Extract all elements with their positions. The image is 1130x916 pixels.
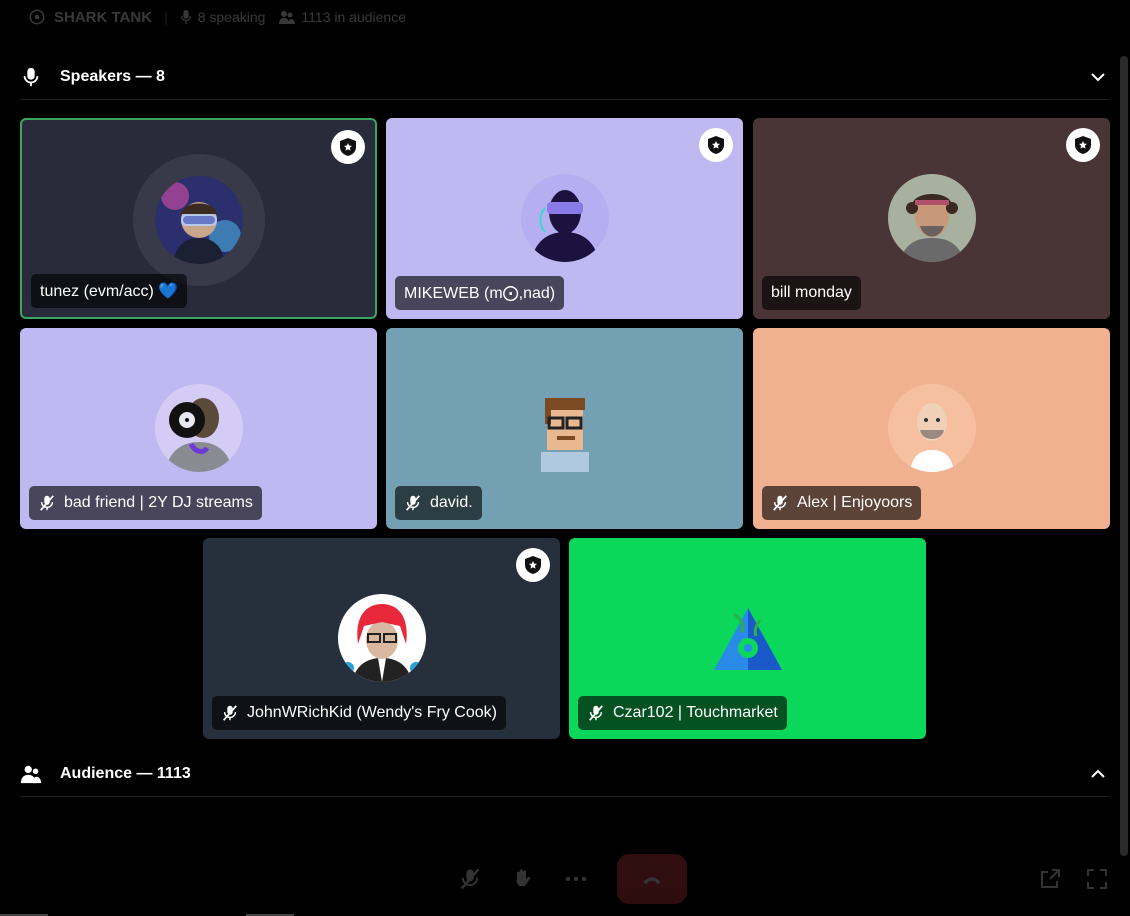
people-small-icon xyxy=(279,11,296,24)
moderator-badge-icon xyxy=(699,128,733,162)
stage-topbar: SHARK TANK | 8 speaking 1113 in audience xyxy=(0,0,1130,34)
speaker-tile-david[interactable]: david. xyxy=(386,328,743,529)
scrollbar[interactable] xyxy=(1120,56,1128,856)
bald-bearded-cartoon-avatar xyxy=(887,384,976,472)
leave-stage-icon[interactable] xyxy=(617,854,687,904)
blue-triangle-logo-avatar xyxy=(703,594,792,682)
speaker-name: MIKEWEB (m⨀,nad) xyxy=(404,285,556,302)
speaker-tile-alex[interactable]: Alex | Enjoyoors xyxy=(753,328,1110,529)
speaker-tile-bad-friend[interactable]: bad friend | 2Y DJ streams xyxy=(20,328,377,529)
microphone-icon xyxy=(23,67,39,87)
stage-controls xyxy=(0,840,1130,916)
speaker-tile-czar102[interactable]: Czar102 | Touchmarket xyxy=(569,538,926,739)
audience-count: 1113 in audience xyxy=(279,9,406,25)
stage-icon xyxy=(29,9,45,25)
vinyl-hoodie-avatar xyxy=(154,384,243,472)
speaker-tile-mikeweb[interactable]: MIKEWEB (m⨀,nad) xyxy=(386,118,743,319)
speakers-title: Speakers — 8 xyxy=(60,68,165,85)
speaking-text: 8 speaking xyxy=(197,9,266,25)
speaker-name-pill: tunez (evm/acc) 💙 xyxy=(31,274,188,308)
chevron-up-icon[interactable] xyxy=(1090,766,1106,782)
popout-icon[interactable] xyxy=(1035,864,1065,894)
audience-title: Audience — 1113 xyxy=(60,765,191,782)
speaker-name: JohnWRichKid (Wendy's Fry Cook) xyxy=(247,704,497,721)
speaker-name: bill monday xyxy=(771,284,852,301)
muted-mic-icon xyxy=(40,495,54,511)
muted-mic-icon xyxy=(589,705,603,721)
fullscreen-icon[interactable] xyxy=(1082,864,1112,894)
speaker-name-pill: bad friend | 2Y DJ streams xyxy=(29,486,262,520)
audience-text: 1113 in audience xyxy=(301,9,406,25)
vr-headset-person-avatar xyxy=(154,176,243,264)
speaker-name: david. xyxy=(430,494,473,511)
curly-hair-man-avatar xyxy=(887,174,976,262)
speaker-name: bad friend | 2Y DJ streams xyxy=(64,494,253,511)
speaker-tile-bill-monday[interactable]: bill monday xyxy=(753,118,1110,319)
muted-mic-icon xyxy=(773,495,787,511)
chevron-down-icon[interactable] xyxy=(1090,69,1106,85)
moderator-badge-icon xyxy=(331,130,365,164)
moderator-badge-icon xyxy=(516,548,550,582)
audience-header[interactable]: Audience — 1113 xyxy=(20,752,1110,797)
purple-silhouette-avatar xyxy=(520,174,609,262)
speaker-name-pill: MIKEWEB (m⨀,nad) xyxy=(395,276,565,310)
topbar-divider: | xyxy=(164,9,168,25)
raise-hand-icon[interactable] xyxy=(507,864,537,894)
speaker-name-pill: JohnWRichKid (Wendy's Fry Cook) xyxy=(212,696,506,730)
speaker-name: Czar102 | Touchmarket xyxy=(613,704,778,721)
speaker-name-pill: Alex | Enjoyoors xyxy=(762,486,922,520)
speaker-tile-tunez[interactable]: tunez (evm/acc) 💙 xyxy=(20,118,377,319)
speakers-header[interactable]: Speakers — 8 xyxy=(20,55,1110,100)
speaker-name-pill: bill monday xyxy=(762,276,861,310)
red-hair-glasses-avatar xyxy=(337,594,426,682)
speaker-name-pill: david. xyxy=(395,486,482,520)
microphone-small-icon xyxy=(180,10,191,24)
pixel-man-glasses-avatar xyxy=(520,384,609,472)
mute-mic-icon[interactable] xyxy=(455,864,485,894)
speaker-name-pill: Czar102 | Touchmarket xyxy=(578,696,787,730)
speaker-name: tunez (evm/acc) 💙 xyxy=(40,283,179,300)
speaker-name: Alex | Enjoyoors xyxy=(797,494,913,511)
audience-icon xyxy=(20,765,42,784)
speaking-count: 8 speaking xyxy=(180,9,266,25)
speaker-tile-johnwrichkid[interactable]: JohnWRichKid (Wendy's Fry Cook) xyxy=(203,538,560,739)
stage-title: SHARK TANK xyxy=(54,8,153,26)
moderator-badge-icon xyxy=(1066,128,1100,162)
muted-mic-icon xyxy=(406,495,420,511)
muted-mic-icon xyxy=(223,705,237,721)
more-options-icon[interactable] xyxy=(561,864,591,894)
